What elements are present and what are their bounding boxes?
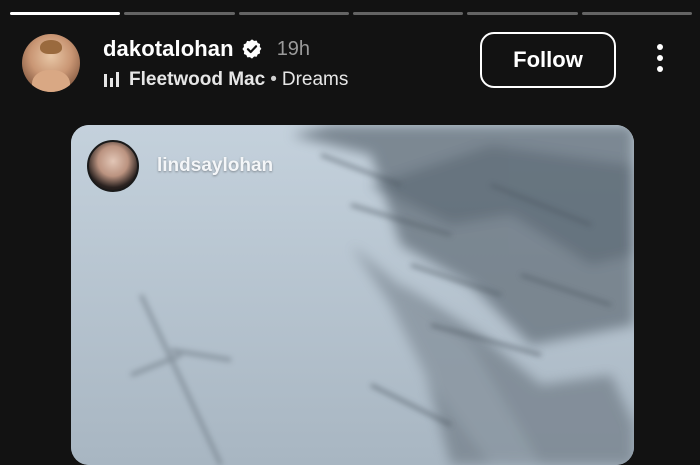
story-progress-bar (10, 12, 692, 15)
follow-button[interactable]: Follow (480, 32, 616, 88)
card-user-row: lindsaylohan (87, 140, 273, 192)
progress-segment-2 (124, 12, 235, 15)
progress-segment-5 (467, 12, 578, 15)
music-separator: • (270, 69, 277, 90)
story-header: dakotalohan 19h Fleetwood Mac • Dreams F… (22, 32, 678, 94)
progress-segment-3 (238, 12, 349, 15)
more-vertical-icon[interactable] (650, 44, 670, 78)
progress-segment-4 (352, 12, 464, 15)
post-time: 19h (276, 37, 311, 60)
music-bars-icon (103, 72, 121, 88)
reshared-story-card[interactable]: lindsaylohan (71, 125, 634, 465)
music-info[interactable]: Fleetwood Mac • Dreams (103, 69, 348, 91)
verified-badge-icon (241, 38, 263, 60)
card-avatar[interactable] (87, 140, 139, 192)
username-row: dakotalohan 19h (103, 36, 310, 62)
username[interactable]: dakotalohan (103, 36, 234, 62)
profile-avatar[interactable] (22, 34, 80, 92)
music-song: Dreams (281, 69, 349, 90)
card-username[interactable]: lindsaylohan (157, 155, 273, 177)
progress-segment-6 (581, 12, 692, 15)
progress-segment-1 (10, 12, 121, 15)
music-artist: Fleetwood Mac (129, 69, 266, 90)
